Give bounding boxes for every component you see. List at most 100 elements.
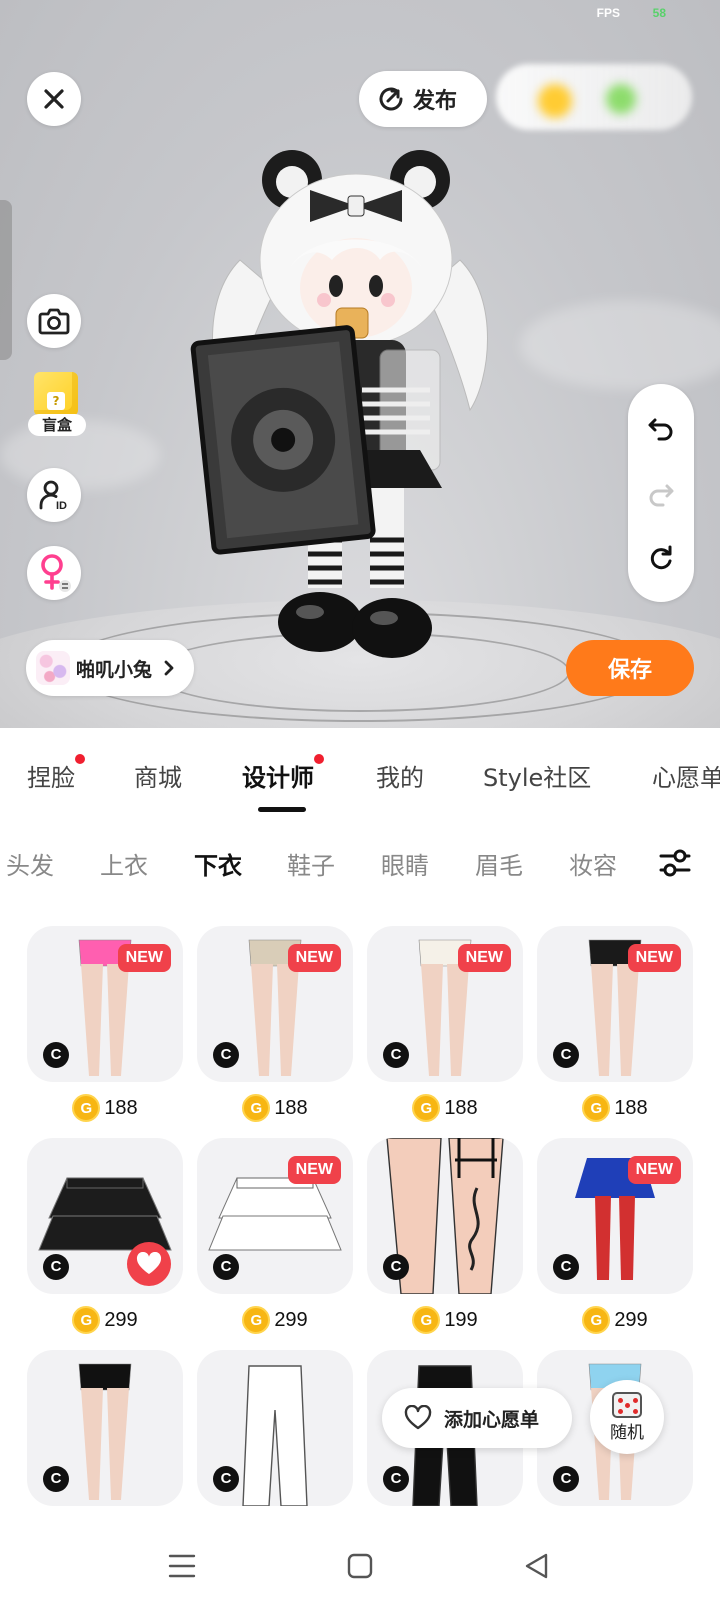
chevron-right-icon <box>164 660 174 676</box>
new-badge: NEW <box>457 944 511 972</box>
coin-icon: G <box>582 1306 611 1334</box>
category-eyebrows[interactable]: 眉毛 <box>475 846 523 881</box>
save-button[interactable]: 保存 <box>566 640 694 696</box>
publish-button[interactable]: 发布 <box>359 71 487 127</box>
camera-button[interactable] <box>27 294 81 348</box>
user-id-icon: ID <box>39 480 67 511</box>
reset-button[interactable] <box>647 544 675 572</box>
coin-icon: G <box>72 1094 101 1122</box>
blindbox-button[interactable]: ? 盲盒 <box>28 372 86 442</box>
item-thumbnail[interactable]: NEW C <box>537 1138 693 1294</box>
close-button[interactable] <box>27 72 81 126</box>
tab-designer-label: 设计师 <box>242 764 314 792</box>
recent-apps-button[interactable] <box>158 1542 206 1590</box>
system-navigation-bar <box>0 1520 720 1612</box>
item-price: G 299 <box>537 1306 693 1334</box>
edit-history-panel <box>628 384 694 602</box>
category-shoes[interactable]: 鞋子 <box>287 846 335 881</box>
currency-balance-pill[interactable] <box>496 64 692 130</box>
tab-style-community[interactable]: Style社区 <box>483 758 591 793</box>
new-badge: NEW <box>627 1156 681 1184</box>
creator-c-icon: C <box>383 1254 409 1280</box>
character-avatar <box>36 651 70 685</box>
liked-heart-icon[interactable] <box>127 1242 171 1286</box>
avatar-model[interactable] <box>180 150 520 680</box>
tab-designer[interactable]: 设计师 <box>242 754 324 793</box>
item-thumbnail[interactable]: NEW C <box>537 926 693 1082</box>
background-smoke <box>520 300 720 390</box>
coin-icon: G <box>412 1094 441 1122</box>
character-selector[interactable]: 啪叽小兔 <box>26 640 194 696</box>
tab-store[interactable]: 商城 <box>134 758 182 793</box>
coin-icon: G <box>72 1306 101 1334</box>
add-wishlist-button[interactable]: 添加心愿单 <box>382 1388 572 1448</box>
item-thumbnail[interactable]: NEW C <box>197 1138 353 1294</box>
category-tabs: 头发 上衣 下衣 鞋子 眼睛 眉毛 妆容 <box>0 830 720 898</box>
undo-icon <box>648 418 673 441</box>
item-thumbnail[interactable]: NEW C <box>27 926 183 1082</box>
coin-icon <box>538 84 572 118</box>
random-button[interactable]: 随机 <box>590 1380 664 1454</box>
avatar-illustration <box>190 150 488 658</box>
category-eyes[interactable]: 眼睛 <box>381 846 429 881</box>
coin-icon: G <box>412 1306 441 1334</box>
creator-c-icon: C <box>43 1254 69 1280</box>
item-thumbnail[interactable]: C <box>27 1138 183 1294</box>
item-price: G 199 <box>367 1306 523 1334</box>
avatar-scene[interactable]: FPS 58 发布 ? 盲盒 ID 啪叽小兔 保存 <box>0 0 720 728</box>
main-tabs: 捏脸 商城 设计师 我的 Style社区 心愿单 <box>0 728 720 820</box>
category-hair[interactable]: 头发 <box>6 846 54 881</box>
creator-c-icon: C <box>553 1254 579 1280</box>
category-makeup[interactable]: 妆容 <box>569 846 617 881</box>
blindbox-label: 盲盒 <box>28 414 86 436</box>
price-value: 199 <box>444 1308 478 1331</box>
creator-c-icon: C <box>43 1042 69 1068</box>
home-button[interactable] <box>336 1542 384 1590</box>
dice-icon <box>612 1391 642 1418</box>
coin-icon: G <box>582 1094 611 1122</box>
close-icon <box>44 89 64 109</box>
undo-button[interactable] <box>647 414 675 442</box>
item-thumbnail[interactable]: NEW C <box>197 926 353 1082</box>
item-thumbnail[interactable]: C <box>27 1350 183 1506</box>
tab-face[interactable]: 捏脸 <box>27 754 85 793</box>
category-bottoms[interactable]: 下衣 <box>194 846 242 881</box>
creator-c-icon: C <box>213 1466 239 1492</box>
tab-mine-label: 我的 <box>376 764 424 792</box>
redo-button[interactable] <box>647 480 675 508</box>
tab-wishlist-label: 心愿单 <box>652 764 720 792</box>
price-value: 299 <box>614 1308 648 1331</box>
price-value: 188 <box>104 1096 138 1119</box>
fps-value: 58 <box>652 6 666 20</box>
creator-c-icon: C <box>553 1042 579 1068</box>
publish-icon <box>379 87 403 111</box>
notification-dot <box>314 754 324 764</box>
item-thumbnail[interactable]: NEW C <box>367 926 523 1082</box>
heart-outline-icon <box>404 1405 432 1430</box>
side-drawer-handle[interactable] <box>0 200 12 360</box>
price-value: 299 <box>104 1308 138 1331</box>
item-price: G 188 <box>367 1094 523 1122</box>
item-thumbnail[interactable]: C <box>197 1350 353 1506</box>
item-thumbnail[interactable]: C <box>367 1138 523 1294</box>
creator-c-icon: C <box>43 1466 69 1492</box>
avatar-id-button[interactable]: ID <box>27 468 81 522</box>
tab-face-label: 捏脸 <box>27 764 75 792</box>
price-value: 188 <box>614 1096 648 1119</box>
creator-c-icon: C <box>213 1254 239 1280</box>
filter-icon[interactable] <box>658 846 692 880</box>
home-square-icon <box>347 1553 373 1579</box>
coin-icon: G <box>242 1306 271 1334</box>
menu-icon <box>168 1554 196 1578</box>
active-tab-indicator <box>258 807 306 812</box>
coin-icon: G <box>242 1094 271 1122</box>
category-tops[interactable]: 上衣 <box>100 846 148 881</box>
gender-switch-button[interactable] <box>27 546 81 600</box>
tab-store-label: 商城 <box>134 764 182 792</box>
new-badge: NEW <box>287 1156 341 1184</box>
tab-wishlist[interactable]: 心愿单 <box>652 758 720 793</box>
character-name: 啪叽小兔 <box>76 658 153 681</box>
back-button[interactable] <box>512 1542 560 1590</box>
gem-icon <box>606 84 636 114</box>
tab-mine[interactable]: 我的 <box>376 758 424 793</box>
